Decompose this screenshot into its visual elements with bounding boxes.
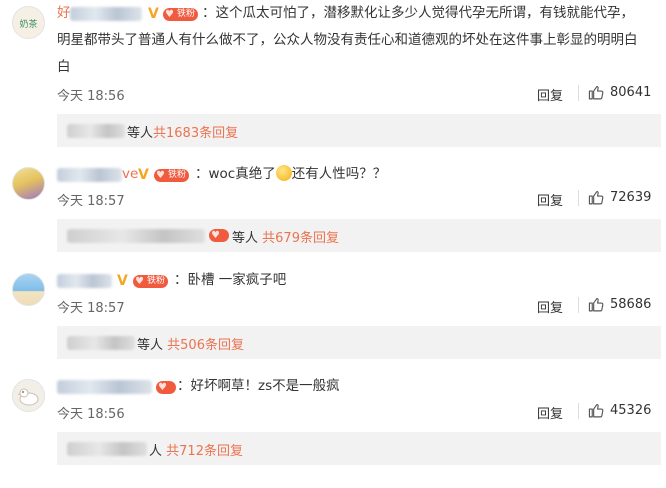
comment-text: ：卧槽 一家疯子吧 <box>174 272 287 288</box>
sub-replies-label[interactable]: 人 共712条回复 <box>149 440 243 459</box>
comment-text-line-1: ：这个瓜太可怕了，潜移默化让多少人觉得代孕无所谓，有钱就能代孕， <box>202 5 634 21</box>
v-badge-icon: V <box>148 6 159 22</box>
comment-text-line-3: 白 <box>57 59 71 75</box>
blurred-reply-names <box>67 229 205 243</box>
reply-button[interactable]: 回复 <box>537 297 563 316</box>
grin-emoji-icon <box>275 165 292 181</box>
sub-replies-label[interactable]: 等人 共679条回复 <box>232 227 339 246</box>
avatar[interactable] <box>12 273 45 306</box>
divider <box>578 297 579 313</box>
blurred-reply-names <box>67 336 135 350</box>
blurred-username <box>57 274 112 288</box>
sub-replies-label[interactable]: 等人共1683条回复 <box>127 122 238 141</box>
like-count: 72639 <box>610 190 652 205</box>
comment-time: 今天 18:56 <box>57 89 125 104</box>
fan-badge: ♥ 铁粉 <box>133 275 169 288</box>
blurred-reply-names <box>67 442 147 456</box>
blurred-username <box>57 380 152 394</box>
sub-replies-label[interactable]: 等人 共506条回复 <box>137 334 244 353</box>
reply-button[interactable]: 回复 <box>537 85 563 104</box>
sub-replies-box[interactable]: 等人 共506条回复 <box>57 326 661 359</box>
avatar[interactable]: 奶茶 <box>12 6 45 39</box>
divider <box>578 85 579 101</box>
divider <box>578 403 579 419</box>
comment-time: 今天 18:57 <box>57 194 125 209</box>
thumbs-up-icon[interactable] <box>588 402 605 419</box>
blurred-username <box>70 7 142 21</box>
comment-text: ：好坏啊草！zs不是一般疯 <box>177 378 340 394</box>
v-badge-icon: V <box>138 167 149 183</box>
blurred-username <box>57 168 122 182</box>
like-count: 80641 <box>610 85 652 100</box>
like-count: 45326 <box>610 403 652 418</box>
v-badge-icon: V <box>117 273 128 289</box>
fan-badge: ♥ 铁粉 <box>163 8 199 21</box>
comment-text-line-2: 明星都带头了普通人有什么做不了，公众人物没有责任心和道德观的坏处在这件事上彰显的… <box>57 32 638 48</box>
comment-text: ：woc真绝了 还有人性吗？？ <box>195 165 387 182</box>
commenter-name[interactable]: ve <box>122 162 138 187</box>
reply-button[interactable]: 回复 <box>537 190 563 209</box>
thumbs-up-icon[interactable] <box>588 189 605 206</box>
sub-replies-box[interactable]: ♥ 等人 共679条回复 <box>57 219 661 252</box>
comment-time: 今天 18:56 <box>57 407 125 422</box>
fan-badge: ♥ 铁粉 <box>154 169 190 182</box>
blurred-reply-names <box>67 124 125 138</box>
avatar[interactable] <box>12 167 45 200</box>
bird-icon <box>17 388 39 406</box>
reply-button[interactable]: 回复 <box>537 403 563 422</box>
thumbs-up-icon[interactable] <box>588 84 605 101</box>
avatar-text: 奶茶 <box>19 20 38 30</box>
sub-replies-box[interactable]: 人 共712条回复 <box>57 432 661 465</box>
avatar[interactable] <box>12 379 45 412</box>
like-count: 58686 <box>610 297 652 312</box>
sub-replies-box[interactable]: 等人共1683条回复 <box>57 114 661 147</box>
commenter-name[interactable]: 好 <box>57 1 71 26</box>
fan-badge-icon: ♥ <box>209 229 229 242</box>
divider <box>578 190 579 206</box>
comment-time: 今天 18:57 <box>57 301 125 316</box>
fan-badge-icon: ♥ <box>156 381 176 394</box>
thumbs-up-icon[interactable] <box>588 296 605 313</box>
